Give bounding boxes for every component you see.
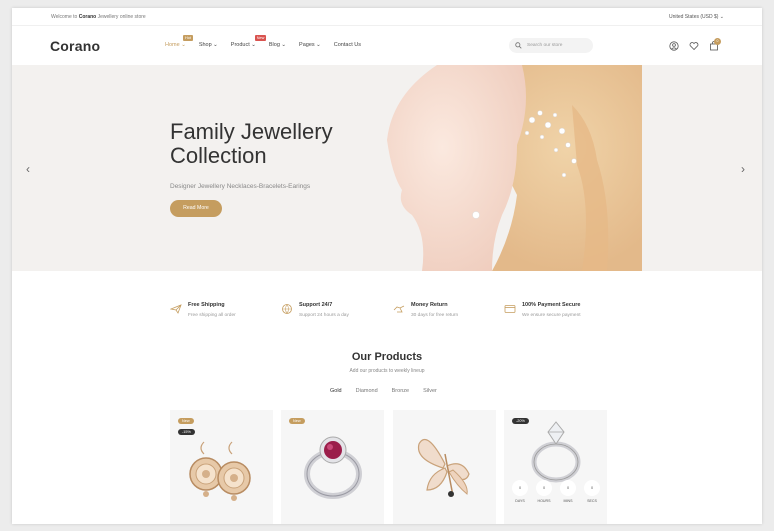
nav-pages-label: Pages ⌄ [299, 42, 321, 48]
nav-blog[interactable]: Blog ⌄ [269, 42, 286, 48]
products-subtitle: Add our products to weekly lineup [349, 368, 425, 374]
feature-shipping: Free Shipping Free shipping all order [170, 302, 236, 318]
feature-desc: 30 days for free return [411, 313, 459, 318]
butterfly-brooch-icon [417, 439, 470, 497]
nav-contact[interactable]: Contact Us [334, 42, 361, 48]
product-card[interactable]: -20% 0 DAYS 0 HOURS 0 MINS 0 SECS [504, 410, 607, 524]
nav-blog-label: Blog ⌄ [268, 42, 287, 48]
search-icon [515, 42, 522, 49]
countdown-mins: 0 MINS [560, 480, 576, 503]
tab-gold[interactable]: Gold [330, 388, 342, 394]
product-card[interactable]: New -15% [170, 410, 273, 524]
nav-shop-label: Shop ⌄ [198, 42, 218, 48]
feature-title: 100% Payment Secure [522, 302, 581, 308]
hero-title: Family Jewellery Collection [170, 120, 370, 168]
currency-selector[interactable]: United States (USD $) ⌄ [669, 14, 724, 20]
hero-slider: Family Jewellery Collection Designer Jewe… [12, 65, 762, 271]
money-return-icon [393, 305, 405, 313]
countdown-secs: 0 SECS [584, 480, 600, 503]
welcome-text: Welcome to Corano Jewellery online store [51, 14, 146, 20]
feature-desc: Support 24 hours a day [299, 313, 349, 318]
diamond-ring-icon [531, 421, 581, 483]
nav-home-label: Home ⌄ [165, 42, 186, 48]
welcome-brand: Corano [78, 14, 97, 20]
new-badge: New [178, 418, 194, 424]
ring-icon [304, 436, 362, 499]
hero-title-line2: Collection [170, 143, 267, 168]
product-card[interactable]: New [281, 410, 384, 524]
user-icon[interactable] [669, 41, 679, 51]
tab-silver[interactable]: Silver [423, 388, 437, 394]
tab-diamond[interactable]: Diamond [356, 388, 378, 394]
nav-shop[interactable]: Shop ⌄ [199, 42, 218, 48]
search-placeholder: Search our store [527, 43, 563, 48]
slider-next-icon[interactable]: › [741, 162, 745, 176]
countdown-days: 0 DAYS [512, 480, 528, 503]
header: Corano Home ⌄ Hot Shop ⌄ Product ⌄ New Blo… [12, 26, 762, 65]
tab-bronze[interactable]: Bronze [392, 388, 409, 394]
countdown-label: MINS [563, 499, 573, 503]
nav-home[interactable]: Home ⌄ Hot [165, 35, 193, 48]
countdown-hours: 0 HOURS [536, 480, 552, 503]
feature-title: Free Shipping [188, 302, 225, 308]
features-bar: Free Shipping Free shipping all order Sup… [12, 271, 762, 337]
nav-contact-label: Contact Us [333, 42, 361, 48]
hero-model-image [387, 65, 642, 271]
hero-subtitle: Designer Jewellery Necklaces-Bracelets-E… [170, 183, 311, 190]
heart-icon[interactable] [689, 41, 699, 51]
cart-count-badge: 0 [714, 38, 721, 45]
nav-product[interactable]: Product ⌄ New [230, 35, 267, 48]
search-input[interactable]: Search our store [509, 38, 593, 53]
airplane-icon [170, 304, 182, 314]
feature-title: Money Return [411, 302, 448, 308]
nav-pages[interactable]: Pages ⌄ [299, 42, 321, 48]
feature-desc: We ensure secure payment [522, 313, 581, 318]
welcome-prefix: Welcome to [51, 14, 79, 20]
feature-desc: Free shipping all order [188, 313, 236, 318]
read-more-button[interactable]: Read More [170, 200, 222, 217]
logo[interactable]: Corano [50, 38, 100, 54]
feature-money-return: Money Return 30 days for free return [393, 302, 458, 318]
countdown-timer: 0 DAYS 0 HOURS 0 MINS 0 SECS [512, 480, 608, 503]
hero-title-line1: Family Jewellery [170, 119, 333, 144]
main-nav: Home ⌄ Hot Shop ⌄ Product ⌄ New Blog ⌄ Pag… [165, 35, 374, 48]
countdown-label: DAYS [515, 499, 525, 503]
page-frame: Welcome to Corano Jewellery online store… [12, 8, 762, 524]
support-icon [282, 304, 292, 314]
feature-support: Support 24/7 Support 24 hours a day [281, 302, 349, 318]
feature-title: Support 24/7 [299, 302, 333, 308]
top-bar: Welcome to Corano Jewellery online store… [12, 8, 762, 26]
product-tabs: Gold Diamond Bronze Silver [330, 388, 451, 394]
earrings-icon [189, 441, 251, 501]
feature-secure-payment: 100% Payment Secure We ensure secure paym… [504, 302, 581, 318]
product-card[interactable] [393, 410, 496, 524]
welcome-suffix: Jewellery online store [96, 14, 146, 20]
nav-product-label: Product ⌄ [230, 42, 256, 48]
countdown-label: SECS [587, 499, 597, 503]
new-badge: New [254, 35, 267, 41]
secure-payment-icon [504, 305, 516, 313]
countdown-label: HOURS [537, 499, 551, 503]
hot-badge: Hot [183, 35, 193, 41]
slider-prev-icon[interactable]: ‹ [26, 162, 30, 176]
products-title: Our Products [351, 351, 423, 363]
